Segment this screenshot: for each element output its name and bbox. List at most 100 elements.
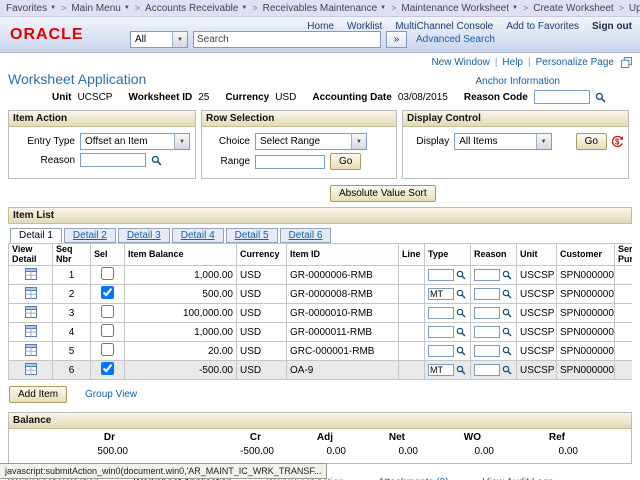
currency-cell: USD [237,285,287,304]
breadcrumb-item[interactable]: > Receivables Maintenance ▼ [247,3,386,14]
type-lookup-icon[interactable] [456,327,466,337]
type-input[interactable] [428,364,454,376]
select-checkbox[interactable] [101,343,114,356]
unit-cell: USCSP [517,285,557,304]
view-detail-icon[interactable] [25,268,37,280]
balance-column: Dr 500.00 [9,432,131,457]
reason-input[interactable] [474,269,500,281]
balance-column-label: Ref [497,432,581,443]
copy-url-icon[interactable] [621,57,632,68]
sign-out-link[interactable]: Sign out [592,21,632,32]
select-checkbox[interactable] [101,305,114,318]
detail-tab[interactable]: Detail 2 [64,228,116,243]
reason-input[interactable] [474,326,500,338]
search-go-button[interactable]: » [386,31,407,48]
reason-input[interactable] [474,345,500,357]
reason-input[interactable] [474,364,500,376]
type-lookup-icon[interactable] [456,365,466,375]
display-go-button[interactable]: Go [576,133,607,150]
select-checkbox[interactable] [101,267,114,280]
col-type: Type [425,244,471,266]
choice-label: Choice [206,136,250,147]
currency-conversion-icon[interactable]: $ [611,135,624,148]
unit-cell: USCSP [517,304,557,323]
breadcrumb-item-label[interactable]: Main Menu [71,3,120,14]
type-lookup-icon[interactable] [456,289,466,299]
reason-lookup-icon[interactable] [502,327,512,337]
select-checkbox[interactable] [101,324,114,337]
breadcrumb-item-label[interactable]: Create Worksheet [533,3,613,14]
range-input[interactable] [255,155,325,169]
search-bar: All ▼ » Advanced Search [130,31,495,48]
breadcrumb-item-label[interactable]: Maintenance Worksheet [401,3,509,14]
help-link[interactable]: Help [502,57,523,68]
header-link[interactable]: Add to Favorites [506,21,579,32]
item-id-cell: GR-0000006-RMB [287,266,399,285]
type-lookup-icon[interactable] [456,270,466,280]
search-scope-select[interactable]: All ▼ [130,31,188,48]
add-item-button[interactable]: Add Item [9,386,67,403]
detail-tab[interactable]: Detail 1 [10,228,62,243]
reason-input[interactable] [474,288,500,300]
detail-tab[interactable]: Detail 3 [118,228,170,243]
breadcrumb-item[interactable]: > Accounts Receivable ▼ [130,3,248,14]
breadcrumb-item[interactable]: > Main Menu ▼ [56,3,130,14]
type-input[interactable] [428,288,454,300]
entry-type-select[interactable]: Offset an Item ▼ [80,133,190,150]
reason-lookup-icon[interactable] [502,270,512,280]
detail-tab[interactable]: Detail 6 [280,228,332,243]
select-checkbox[interactable] [101,362,114,375]
separator: | [528,57,531,68]
item-balance-cell: 1,000.00 [125,323,237,342]
advanced-search-link[interactable]: Advanced Search [416,34,495,45]
group-view-link[interactable]: Group View [85,389,137,400]
absolute-value-sort-button[interactable]: Absolute Value Sort [330,185,436,202]
view-detail-icon[interactable] [25,344,37,356]
item-grid: View Detail Seq Nbr Sel Item Balance Cur… [8,243,632,380]
reason-code-input[interactable] [534,90,590,104]
type-input[interactable] [428,326,454,338]
type-input[interactable] [428,269,454,281]
customer-cell: SPN0000002 [557,323,615,342]
breadcrumb-item[interactable]: > Update Worksheet ▼ [614,3,640,14]
breadcrumb-separator: > [391,3,396,13]
search-input[interactable] [193,31,381,48]
breadcrumb-item-label[interactable]: Favorites [6,3,47,14]
unit-label: Unit [52,92,71,103]
view-detail-icon[interactable] [25,287,37,299]
type-input[interactable] [428,307,454,319]
breadcrumb-item[interactable]: > Favorites ▼ [6,3,56,14]
range-go-button[interactable]: Go [330,153,361,170]
breadcrumb-item[interactable]: > Maintenance Worksheet ▼ [386,3,518,14]
type-lookup-icon[interactable] [456,346,466,356]
detail-tab[interactable]: Detail 4 [172,228,224,243]
separator: | [495,57,498,68]
item-action-reason-input[interactable] [80,153,146,167]
balance-column-value: 0.00 [421,446,497,457]
new-window-link[interactable]: New Window [431,57,489,68]
select-checkbox[interactable] [101,286,114,299]
choice-select[interactable]: Select Range ▼ [255,133,367,150]
reason-input[interactable] [474,307,500,319]
detail-tab[interactable]: Detail 5 [226,228,278,243]
type-input[interactable] [428,345,454,357]
reason-lookup-icon[interactable] [502,289,512,299]
view-detail-icon[interactable] [25,306,37,318]
reason-lookup-icon[interactable] [502,346,512,356]
view-detail-icon[interactable] [25,325,37,337]
view-detail-icon[interactable] [25,363,37,375]
personalize-page-link[interactable]: Personalize Page [536,57,614,68]
breadcrumb-item-label[interactable]: Accounts Receivable [145,3,238,14]
anchor-information-link[interactable]: Anchor Information [476,76,561,87]
breadcrumb-item[interactable]: > Create Worksheet ▼ [518,3,614,14]
type-lookup-icon[interactable] [456,308,466,318]
display-select[interactable]: All Items ▼ [454,133,551,150]
entry-type-value: Offset an Item [85,136,148,147]
reason-lookup-icon[interactable] [502,308,512,318]
breadcrumb-item-label[interactable]: Update Worksheet [629,3,640,14]
reason-lookup-icon[interactable] [151,155,162,166]
reason-lookup-icon[interactable] [502,365,512,375]
breadcrumb-item-label[interactable]: Receivables Maintenance [263,3,378,14]
col-currency: Currency [237,244,287,266]
reason-code-lookup-icon[interactable] [595,92,606,103]
